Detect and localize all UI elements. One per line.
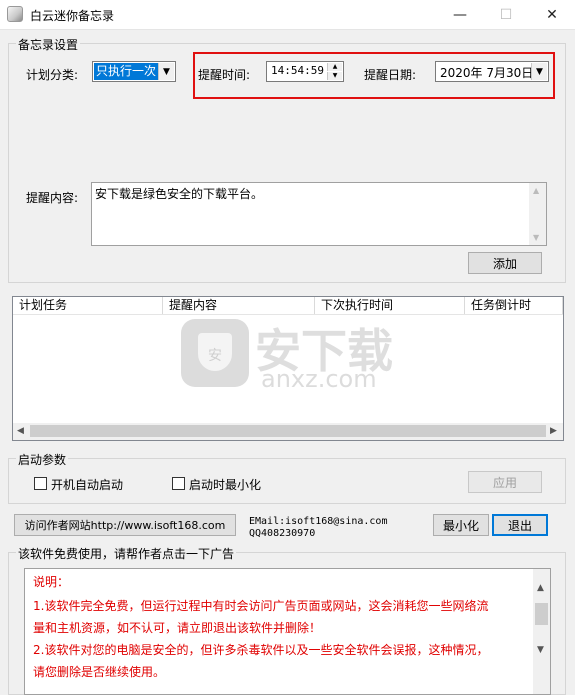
scroll-up-icon[interactable]: ▲ (537, 583, 544, 593)
spin-down-icon[interactable]: ▼ (327, 72, 342, 80)
window-title: 白云迷你备忘录 (30, 9, 115, 23)
exit-button[interactable]: 退出 (492, 514, 548, 536)
maximize-window-button: ☐ (499, 7, 513, 23)
column-header-content[interactable]: 提醒内容 (163, 297, 315, 314)
column-header-task[interactable]: 计划任务 (13, 297, 163, 314)
content-scrollbar[interactable]: ▲ ▼ (529, 183, 546, 245)
author-email: EMail:isoft168@sina.com (249, 516, 388, 527)
content-text: 安下载是绿色安全的下载平台。 (95, 187, 264, 201)
notice-line: 说明： (33, 575, 70, 589)
category-selected-value: 只执行一次 (94, 63, 159, 80)
start-minimized-label[interactable]: 启动时最小化 (189, 476, 261, 493)
category-select[interactable]: 只执行一次 ▼ (92, 61, 176, 82)
notice-line: 请您删除是否继续使用。 (33, 665, 166, 679)
calendar-dropdown-icon[interactable]: ▼ (531, 63, 547, 80)
autostart-label[interactable]: 开机自动启动 (51, 476, 123, 493)
start-minimized-checkbox[interactable] (172, 477, 185, 490)
visit-author-site-button[interactable]: 访问作者网站http://www.isoft168.com (14, 514, 236, 536)
spin-up-icon[interactable]: ▲ (327, 63, 342, 71)
task-list-hscrollbar[interactable]: ◀ ▶ (13, 423, 563, 440)
hscroll-thumb[interactable] (30, 425, 546, 437)
remind-date-picker[interactable]: 2020年 7月30日 ▼ (435, 61, 549, 82)
notice-scroll-thumb[interactable] (535, 603, 548, 625)
remind-time-label: 提醒时间: (198, 68, 251, 82)
column-header-countdown[interactable]: 任务倒计时 (465, 297, 563, 314)
scroll-down-icon[interactable]: ▼ (533, 233, 539, 242)
watermark-domain: anxz.com (261, 365, 377, 393)
scroll-down-icon[interactable]: ▼ (537, 645, 544, 655)
task-list[interactable]: 计划任务 提醒内容 下次执行时间 任务倒计时 安 安下载 anxz.com ◀ … (12, 296, 564, 441)
remind-time-field[interactable]: 14:54:59 ▲ ▼ (266, 61, 344, 82)
shield-logo-icon: 安 (181, 319, 249, 387)
category-label: 计划分类: (26, 68, 79, 82)
apply-button: 应用 (468, 471, 542, 493)
close-window-button[interactable]: ✕ (529, 0, 575, 30)
add-button[interactable]: 添加 (468, 252, 542, 274)
scroll-right-icon[interactable]: ▶ (550, 426, 557, 436)
chevron-down-icon[interactable]: ▼ (158, 63, 174, 80)
remind-time-value: 14:54:59 (271, 64, 324, 77)
ad-notice-box[interactable]: 说明： 1.该软件完全免费，但运行过程中有时会访问广告页面或网站，这会消耗您一些… (24, 568, 551, 695)
content-label: 提醒内容: (26, 191, 79, 205)
memo-settings-legend: 备忘录设置 (16, 36, 81, 53)
minimize-app-button[interactable]: 最小化 (433, 514, 489, 536)
notice-line: 2.该软件对您的电脑是安全的，但许多杀毒软件以及一些安全软件会误报，这种情况， (33, 643, 489, 657)
scroll-left-icon[interactable]: ◀ (17, 426, 24, 436)
ad-legend: 该软件免费使用，请帮作者点击一下广告 (16, 545, 237, 562)
notice-scrollbar[interactable]: ▲ ▼ (533, 569, 550, 694)
notice-line: 量和主机资源，如不认可，请立即退出该软件并删除！ (33, 621, 322, 635)
content-textarea[interactable]: 安下载是绿色安全的下载平台。 ▲ ▼ (91, 182, 547, 246)
scroll-up-icon[interactable]: ▲ (533, 186, 539, 195)
title-bar[interactable]: 白云迷你备忘录 — ☐ ✕ (0, 0, 575, 30)
minimize-window-button[interactable]: — (437, 0, 483, 30)
notice-line: 1.该软件完全免费，但运行过程中有时会访问广告页面或网站，这会消耗您一些网络流 (33, 599, 489, 613)
app-icon (7, 6, 23, 22)
autostart-checkbox[interactable] (34, 477, 47, 490)
remind-date-label: 提醒日期: (364, 68, 417, 82)
column-header-next-run[interactable]: 下次执行时间 (315, 297, 465, 314)
author-qq: QQ408230970 (249, 528, 316, 539)
remind-date-value: 2020年 7月30日 (440, 66, 534, 80)
startup-params-legend: 启动参数 (16, 451, 69, 468)
